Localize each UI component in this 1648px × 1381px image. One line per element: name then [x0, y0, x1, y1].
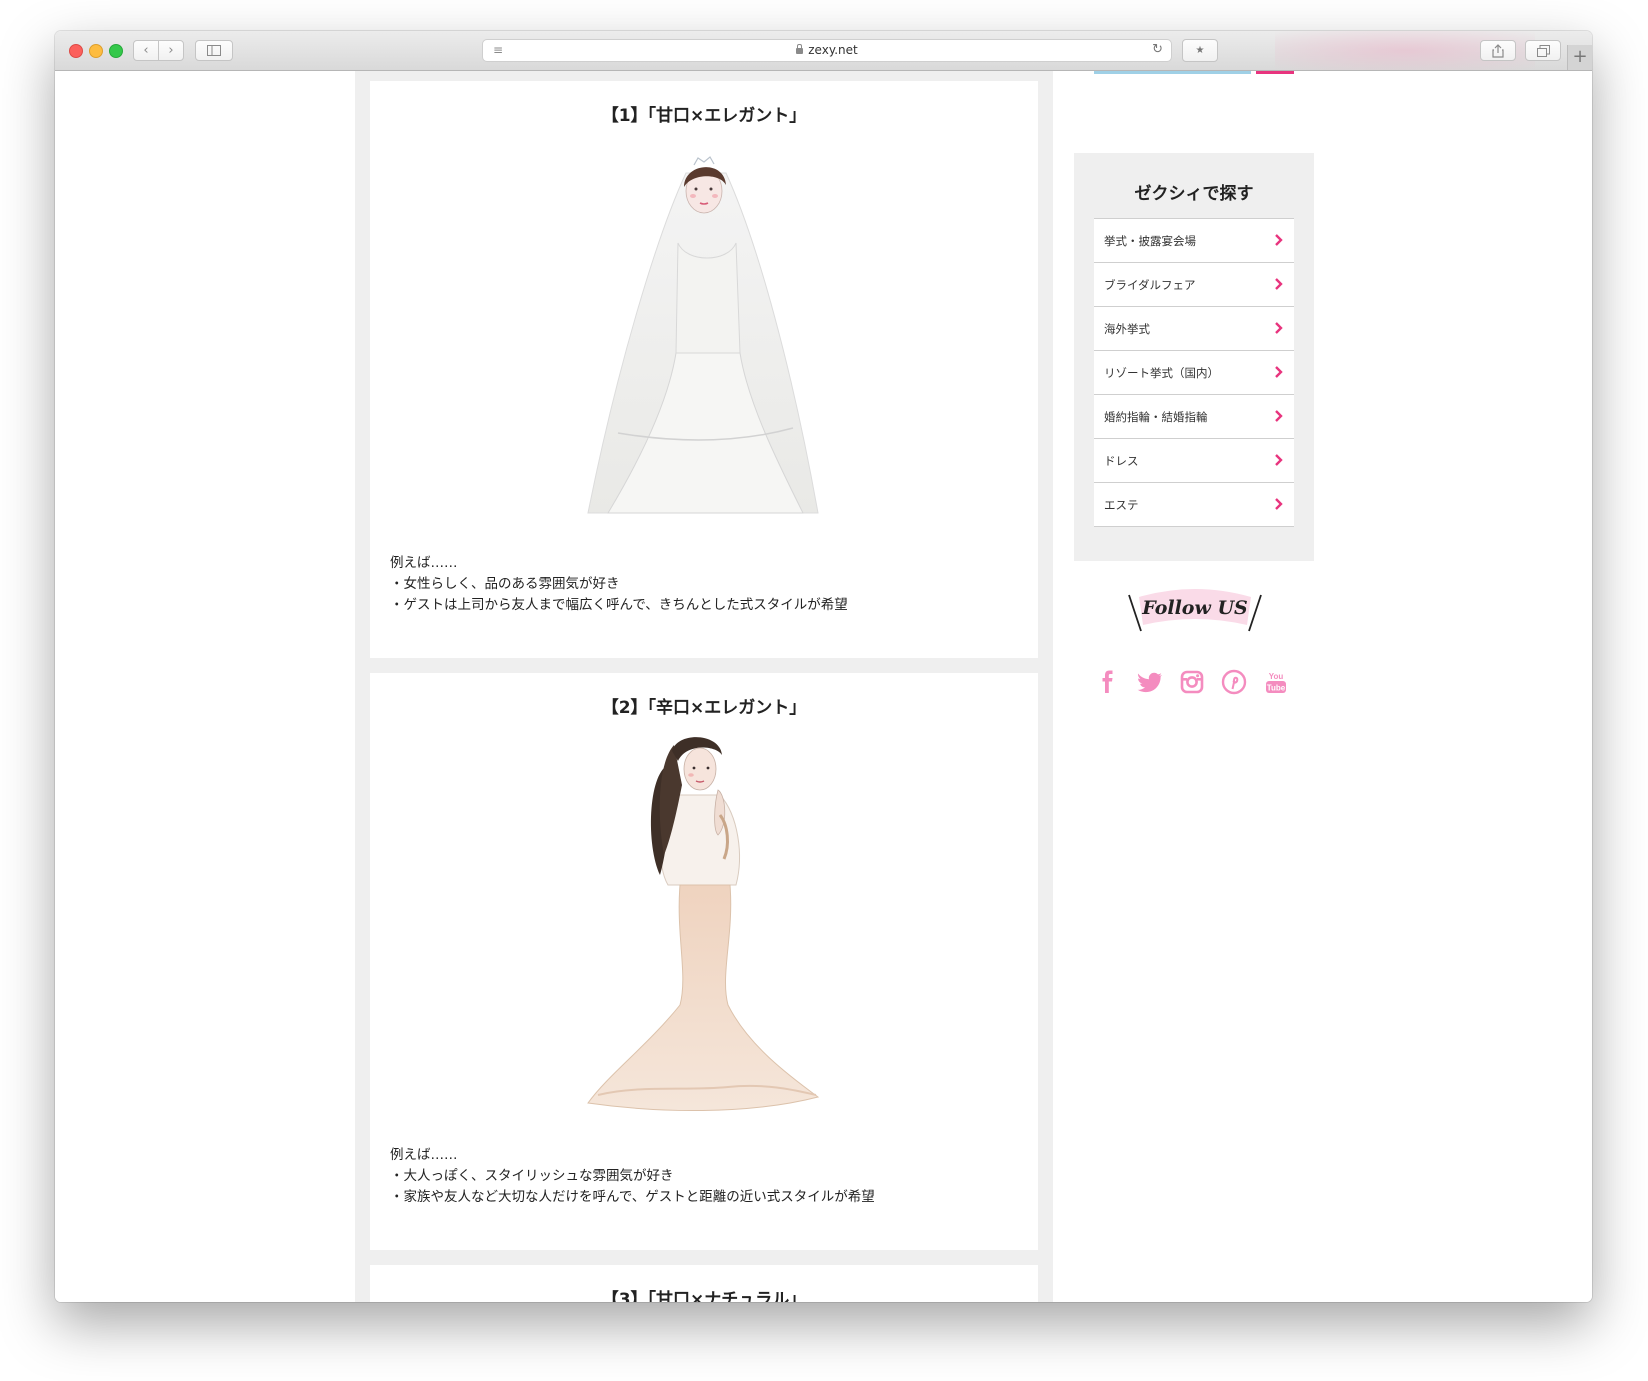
- twitter-icon[interactable]: [1137, 669, 1163, 695]
- card-title: 【1】「甘口×エレガント」: [601, 106, 807, 126]
- lock-icon: [796, 44, 804, 54]
- back-button[interactable]: ‹: [133, 40, 159, 61]
- chevron-right-icon: [1275, 234, 1283, 246]
- style-card: 【3】「甘口×ナチュラル」: [370, 1265, 1038, 1302]
- banner-strip: [1256, 71, 1294, 74]
- facebook-icon[interactable]: [1095, 669, 1121, 695]
- minimize-window-button[interactable]: [89, 44, 103, 58]
- page-content: 【1】「甘口×エレガント」 例えば…… ・女性らしく、品のある雰囲気が好き ・ゲ…: [55, 71, 1592, 1302]
- svg-text:You: You: [1269, 672, 1284, 681]
- svg-text:Follow US: Follow US: [1141, 597, 1248, 619]
- zexy-search-panel: ゼクシィで探す 挙式・披露宴会場 ブライダルフェア 海外挙式 リゾート挙式（国内…: [1074, 153, 1314, 561]
- chevron-right-icon: ›: [168, 43, 174, 58]
- sidebar-icon: [207, 45, 221, 56]
- new-tab-button[interactable]: +: [1567, 45, 1592, 70]
- share-icon: [1492, 43, 1504, 58]
- card-description: 例えば…… ・女性らしく、品のある雰囲気が好き ・ゲストは上司から友人まで幅広く…: [390, 555, 848, 613]
- svg-text:Tube: Tube: [1267, 684, 1286, 693]
- bookmark-button[interactable]: ★: [1182, 39, 1218, 62]
- menu-item-dress[interactable]: ドレス: [1094, 439, 1294, 483]
- instagram-icon[interactable]: [1179, 669, 1205, 695]
- panel-title: ゼクシィで探す: [1134, 184, 1254, 204]
- banner-strip: [1094, 71, 1251, 74]
- star-icon: ★: [1195, 45, 1205, 56]
- menu-item-bridal-fair[interactable]: ブライダルフェア: [1094, 263, 1294, 307]
- chevron-left-icon: ‹: [143, 43, 149, 58]
- menu-item-venue[interactable]: 挙式・披露宴会場: [1094, 219, 1294, 263]
- search-menu: 挙式・披露宴会場 ブライダルフェア 海外挙式 リゾート挙式（国内） 婚約指輪・結…: [1094, 218, 1294, 527]
- card-title: 【2】「辛口×エレガント」: [601, 698, 807, 718]
- browser-window: ‹ › ≡ zexy.net ↻ ★ + 【1】「甘口×エレガント」 例えば………: [55, 31, 1592, 1302]
- zoom-window-button[interactable]: [109, 44, 123, 58]
- chevron-right-icon: [1275, 278, 1283, 290]
- browser-toolbar: ‹ › ≡ zexy.net ↻ ★ +: [55, 31, 1592, 71]
- close-window-button[interactable]: [69, 44, 83, 58]
- style-card: 【1】「甘口×エレガント」 例えば…… ・女性らしく、品のある雰囲気が好き ・ゲ…: [370, 81, 1038, 658]
- menu-item-esthetic[interactable]: エステ: [1094, 483, 1294, 527]
- chevron-right-icon: [1275, 498, 1283, 510]
- chevron-right-icon: [1275, 366, 1283, 378]
- article-column: 【1】「甘口×エレガント」 例えば…… ・女性らしく、品のある雰囲気が好き ・ゲ…: [355, 71, 1053, 1302]
- menu-item-resort-wedding[interactable]: リゾート挙式（国内）: [1094, 351, 1294, 395]
- style-card: 【2】「辛口×エレガント」 例えば…… ・大人っぽく、スタイリッシュな雰囲気が好…: [370, 673, 1038, 1250]
- chevron-right-icon: [1275, 410, 1283, 422]
- youtube-icon[interactable]: You Tube: [1263, 669, 1289, 695]
- bride-illustration-elegant-dry: [587, 737, 820, 1112]
- address-bar[interactable]: ≡ zexy.net ↻: [482, 39, 1172, 62]
- card-description: 例えば…… ・大人っぽく、スタイリッシュな雰囲気が好き ・家族や友人など大切な人…: [390, 1147, 875, 1205]
- share-button[interactable]: [1480, 40, 1516, 61]
- show-tabs-button[interactable]: [1525, 40, 1561, 61]
- reload-icon[interactable]: ↻: [1152, 42, 1163, 57]
- menu-item-overseas-wedding[interactable]: 海外挙式: [1094, 307, 1294, 351]
- forward-button[interactable]: ›: [158, 40, 184, 61]
- chevron-right-icon: [1275, 454, 1283, 466]
- plus-icon: +: [1572, 46, 1588, 67]
- bride-illustration-elegant-sweet: [587, 156, 819, 514]
- show-sidebar-button[interactable]: [195, 40, 233, 61]
- follow-us-heading: Follow US: [1128, 589, 1262, 632]
- tabs-overview-icon: [1536, 44, 1550, 57]
- url-text: zexy.net: [808, 43, 858, 57]
- menu-item-rings[interactable]: 婚約指輪・結婚指輪: [1094, 395, 1294, 439]
- card-title: 【3】「甘口×ナチュラル」: [601, 1290, 807, 1302]
- chevron-right-icon: [1275, 322, 1283, 334]
- pinterest-icon[interactable]: [1221, 669, 1247, 695]
